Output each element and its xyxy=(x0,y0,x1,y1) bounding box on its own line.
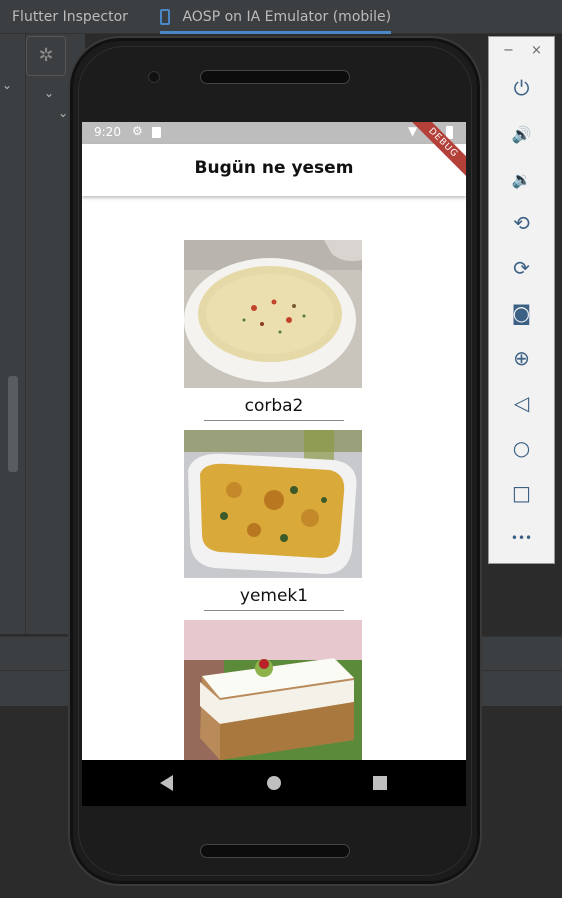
settings-icon[interactable]: ✲ xyxy=(26,36,66,76)
food-image-yemek1[interactable] xyxy=(184,430,362,578)
tab-flutter-inspector[interactable]: Flutter Inspector xyxy=(12,0,128,34)
power-icon: ⏻ xyxy=(513,76,530,100)
home-button[interactable]: ○ xyxy=(489,430,554,466)
home-icon[interactable] xyxy=(267,776,281,790)
phone-frame: 9:20 ⚙ ▼ ◢ Bugün ne yesem DEBUG xyxy=(68,36,482,886)
rotate-left-button[interactable]: ⟲ xyxy=(489,205,554,241)
close-button[interactable]: × xyxy=(531,43,542,58)
overview-button[interactable]: □ xyxy=(489,475,554,511)
more-icon: ••• xyxy=(510,531,533,545)
tab-label: AOSP on IA Emulator (mobile) xyxy=(182,9,392,25)
scrollbar[interactable] xyxy=(8,376,18,472)
volume-down-button[interactable]: 🔉 xyxy=(489,160,554,196)
sd-card-icon xyxy=(152,127,161,138)
rotate-left-icon: ⟲ xyxy=(513,211,530,235)
chevron-down-icon[interactable]: ⌄ xyxy=(58,106,68,120)
food-label: corba2 xyxy=(244,396,304,416)
zoom-button[interactable]: ⊕ xyxy=(489,340,554,376)
emulator-controls-panel: − × ⏻ 🔊 🔉 ⟲ ⟳ ◙ ⊕ ◁ ○ □ ••• xyxy=(488,36,555,564)
rotate-right-button[interactable]: ⟳ xyxy=(489,250,554,286)
recents-icon[interactable] xyxy=(373,776,387,790)
back-icon[interactable] xyxy=(160,775,173,791)
screenshot-button[interactable]: ◙ xyxy=(489,295,554,331)
power-button[interactable]: ⏻ xyxy=(489,70,554,106)
volume-up-icon: 🔊 xyxy=(511,125,532,144)
settings-status-icon: ⚙ xyxy=(132,124,143,138)
panel-header: − × xyxy=(489,37,554,67)
ide-tab-bar: Flutter Inspector AOSP on IA Emulator (m… xyxy=(0,0,562,34)
back-button[interactable]: ◁ xyxy=(489,385,554,421)
rotate-right-icon: ⟳ xyxy=(513,256,530,280)
back-icon: ◁ xyxy=(513,391,530,415)
tab-label: Flutter Inspector xyxy=(12,9,128,25)
chevron-down-icon[interactable]: ⌄ xyxy=(2,78,12,92)
minimize-button[interactable]: − xyxy=(503,43,514,58)
food-image-tatli1[interactable] xyxy=(184,620,362,768)
label-underline xyxy=(204,420,344,421)
status-time: 9:20 xyxy=(94,125,121,139)
front-camera xyxy=(148,71,160,83)
device-screen: 9:20 ⚙ ▼ ◢ Bugün ne yesem DEBUG xyxy=(82,122,466,806)
label-underline xyxy=(204,610,344,611)
earpiece-speaker xyxy=(200,70,350,84)
food-label: yemek1 xyxy=(239,586,309,606)
status-bar: 9:20 ⚙ ▼ ◢ xyxy=(82,122,466,144)
camera-icon: ◙ xyxy=(511,301,532,325)
tab-emulator[interactable]: AOSP on IA Emulator (mobile) xyxy=(160,0,392,34)
overview-icon: □ xyxy=(512,481,531,505)
bottom-speaker xyxy=(200,844,350,858)
volume-down-icon: 🔉 xyxy=(511,170,532,189)
page-title: Bugün ne yesem xyxy=(194,158,354,178)
more-button[interactable]: ••• xyxy=(489,520,554,556)
phone-icon xyxy=(160,9,170,25)
volume-up-button[interactable]: 🔊 xyxy=(489,115,554,151)
home-icon: ○ xyxy=(512,436,531,460)
app-bar: Bugün ne yesem xyxy=(82,144,466,196)
zoom-icon: ⊕ xyxy=(513,346,530,370)
food-image-corba2[interactable] xyxy=(184,240,362,388)
android-nav-bar xyxy=(82,760,466,806)
ide-left-toolbar: ⌄ xyxy=(0,34,25,634)
chevron-down-icon[interactable]: ⌄ xyxy=(44,86,54,100)
